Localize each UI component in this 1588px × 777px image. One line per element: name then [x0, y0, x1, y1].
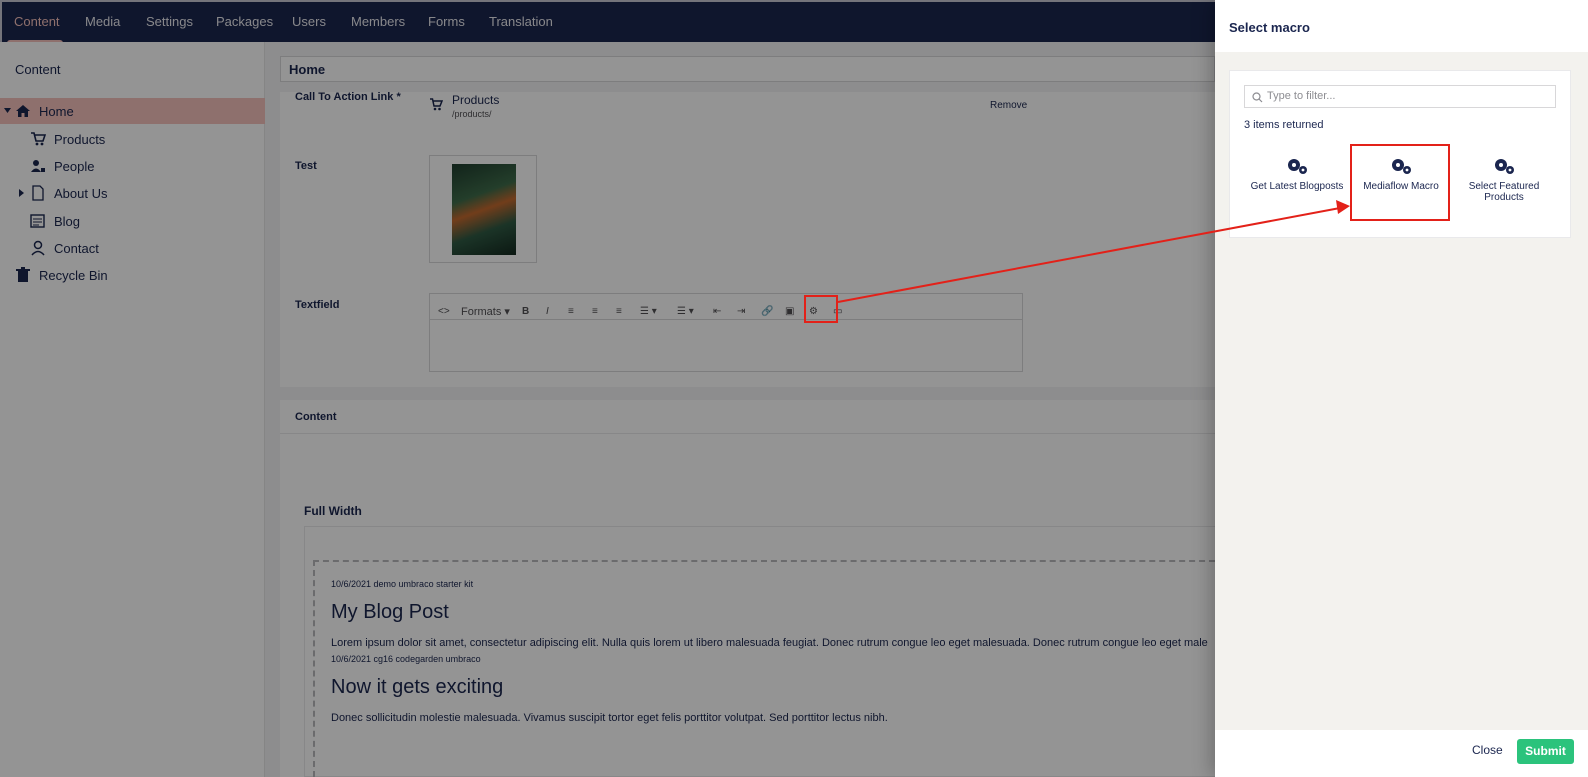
annotation-arrow [837, 200, 1350, 303]
